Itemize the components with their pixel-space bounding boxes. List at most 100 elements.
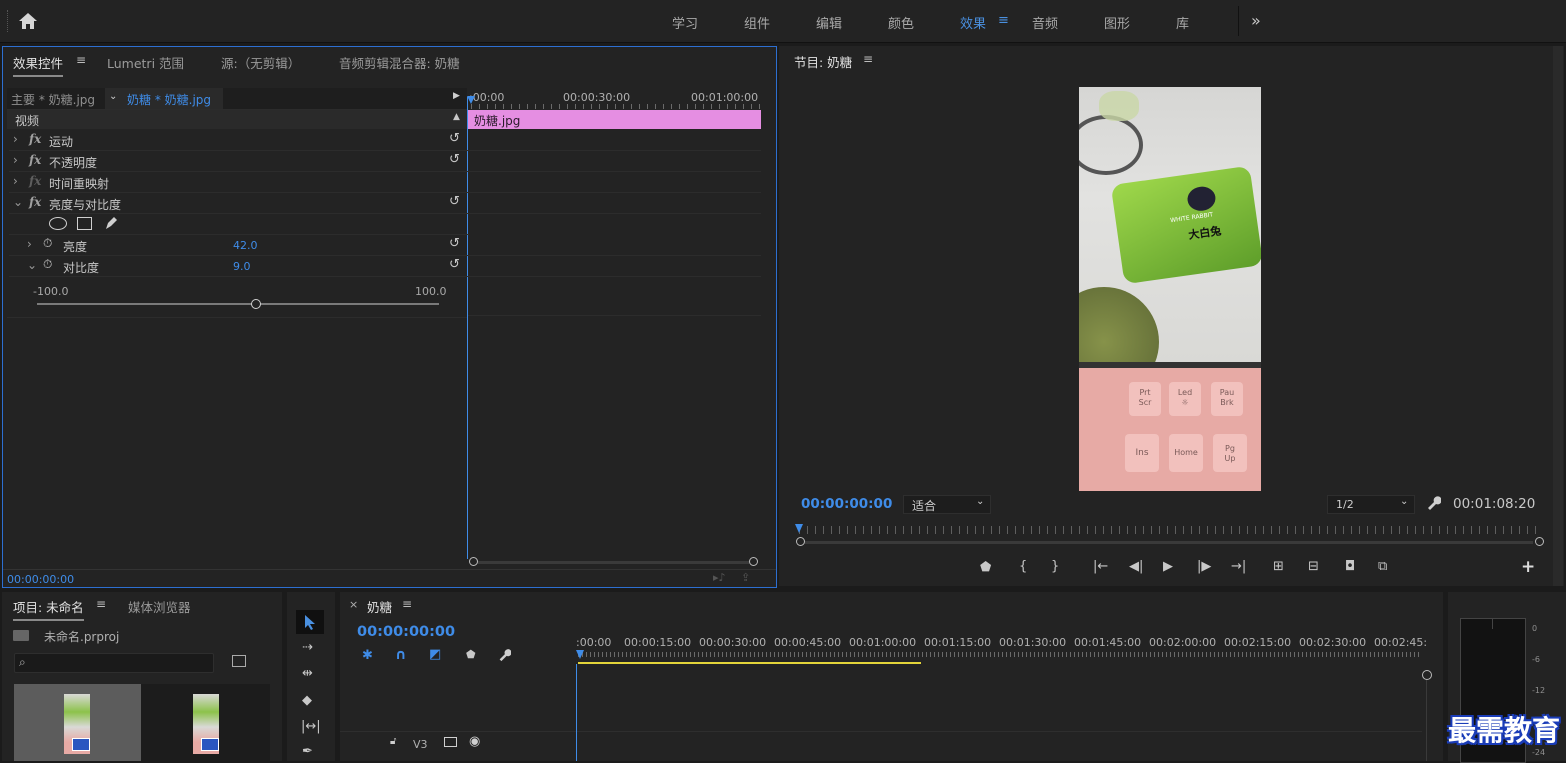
extract-icon[interactable]: ⊟ <box>1308 559 1319 574</box>
selection-tool-button[interactable] <box>296 610 324 634</box>
workspace-tab-learn[interactable]: 学习 <box>672 13 698 32</box>
wrench-icon[interactable] <box>497 648 511 662</box>
vertical-scroll-track[interactable] <box>1426 680 1427 761</box>
rectangle-mask-icon[interactable] <box>77 217 92 230</box>
param-row-contrast[interactable]: ⌄ ⏱ 对比度 9.0 ↺ <box>9 256 469 277</box>
effect-row-motion[interactable]: › fx 运动 ↺ <box>9 130 469 151</box>
contrast-slider-track[interactable] <box>37 303 439 305</box>
program-monitor-title[interactable]: 节目: 奶糖 <box>794 52 852 71</box>
param-row-brightness[interactable]: › ⏱ 亮度 42.0 ↺ <box>9 235 469 256</box>
eye-icon[interactable]: ◉ <box>469 734 480 749</box>
brightness-value[interactable]: 42.0 <box>233 239 258 252</box>
workspace-tab-audio[interactable]: 音频 <box>1032 13 1058 32</box>
program-timecode[interactable]: 00:00:00:00 <box>801 496 892 512</box>
video-section-header[interactable]: 视频 ▲ <box>7 110 467 129</box>
add-marker-icon[interactable]: ⬟ <box>466 648 476 661</box>
tab-project[interactable]: 项目: 未命名 <box>13 597 84 621</box>
stopwatch-icon[interactable]: ⏱ <box>43 257 52 272</box>
resolution-dropdown[interactable]: 1/2 ⌄ <box>1327 495 1415 514</box>
workspace-menu-icon[interactable]: ≡ <box>998 13 1009 28</box>
scrollbar-handle-right[interactable] <box>749 557 758 566</box>
ellipse-mask-icon[interactable] <box>49 217 67 230</box>
go-to-in-icon[interactable]: |← <box>1093 559 1108 574</box>
panel-scrollbar[interactable] <box>1553 46 1563 586</box>
workspace-tab-editing[interactable]: 编辑 <box>816 13 842 32</box>
ripple-edit-icon[interactable]: ⇹ <box>302 666 313 681</box>
expand-chevron-icon[interactable]: › <box>27 237 32 251</box>
play-clip-icon[interactable]: ▶ <box>453 91 460 101</box>
go-to-out-icon[interactable]: →| <box>1231 559 1246 574</box>
panel-menu-icon[interactable]: ≡ <box>76 53 86 67</box>
snap-magnet-icon[interactable]: ∩ <box>395 647 406 663</box>
reset-icon[interactable]: ↺ <box>449 236 460 251</box>
workspace-tab-libraries[interactable]: 库 <box>1176 13 1189 32</box>
zoom-fit-dropdown[interactable]: 适合 ⌄ <box>903 495 991 514</box>
workspace-tab-assembly[interactable]: 组件 <box>744 13 770 32</box>
tab-media-browser[interactable]: 媒体浏览器 <box>128 597 191 616</box>
reset-icon[interactable]: ↺ <box>449 257 460 272</box>
panel-menu-icon[interactable]: ≡ <box>96 597 106 611</box>
wrench-icon[interactable] <box>1425 495 1441 511</box>
zoom-handle-right[interactable] <box>1535 537 1544 546</box>
stopwatch-icon[interactable]: ⏱ <box>43 236 52 251</box>
add-marker-icon[interactable]: ⬟ <box>980 560 991 575</box>
sequence-tab[interactable]: 奶糖 <box>367 597 392 616</box>
fx-toggle-icon[interactable]: fx <box>29 153 41 167</box>
project-search-input[interactable]: ⌕ <box>14 653 214 673</box>
effect-timeline-ruler[interactable]: :00:00 00:00:30:00 00:01:00:00 <box>467 88 763 110</box>
filter-audio-icon[interactable]: ▸♪ <box>713 571 726 584</box>
fx-toggle-icon[interactable]: fx <box>29 132 41 146</box>
tab-audio-clip-mixer[interactable]: 音频剪辑混合器: 奶糖 <box>339 53 460 72</box>
project-item[interactable] <box>143 684 270 761</box>
razor-icon[interactable]: ◆ <box>302 693 312 708</box>
close-icon[interactable]: × <box>349 598 358 611</box>
comparison-view-icon[interactable]: ⧉ <box>1378 559 1387 574</box>
zoom-handle-left[interactable] <box>796 537 805 546</box>
video-frame[interactable]: 大白兔 WHITE RABBIT Prt Scr Led ☼ Pau Brk Ins … <box>1079 87 1261 491</box>
program-scrub-bar[interactable] <box>795 524 1544 546</box>
contrast-slider-thumb[interactable] <box>251 299 262 309</box>
fx-toggle-icon[interactable]: fx <box>29 195 41 209</box>
vertical-zoom-handle[interactable] <box>1422 670 1432 680</box>
effect-row-brightness-contrast[interactable]: ⌄ fx 亮度与对比度 ↺ <box>9 193 469 214</box>
effect-row-opacity[interactable]: › fx 不透明度 ↺ <box>9 151 469 172</box>
step-forward-icon[interactable]: |▶ <box>1197 559 1211 574</box>
panel-menu-icon[interactable]: ≡ <box>863 52 873 66</box>
playhead-marker[interactable] <box>467 96 475 104</box>
slip-icon[interactable]: |↔| <box>301 719 321 734</box>
timeline-timecode[interactable]: 00:00:00:00 <box>357 624 455 640</box>
nest-toggle-icon[interactable]: ✱ <box>362 648 373 663</box>
expand-chevron-icon[interactable]: › <box>13 132 18 146</box>
camera-icon[interactable]: ◘ <box>1345 559 1355 574</box>
effect-row-time-remap[interactable]: › fx 时间重映射 <box>9 172 469 193</box>
work-area-bar[interactable] <box>578 662 921 664</box>
workspace-tab-effects[interactable]: 效果 <box>960 13 986 32</box>
home-icon[interactable] <box>18 12 38 30</box>
effect-timeline-scrollbar[interactable] <box>469 557 759 567</box>
track-label[interactable]: V3 <box>413 738 428 751</box>
lock-icon[interactable]: 🔓︎ <box>390 736 396 747</box>
play-icon[interactable]: ▶ <box>1163 559 1173 574</box>
reset-icon[interactable]: ↺ <box>449 131 460 146</box>
reset-icon[interactable]: ↺ <box>449 194 460 209</box>
master-clip-label[interactable]: 主要 * 奶糖.jpg <box>11 91 95 108</box>
mark-in-icon[interactable]: { <box>1019 559 1027 574</box>
expand-chevron-icon[interactable]: › <box>13 174 18 188</box>
timeline-ruler[interactable]: :00:00 00:00:15:00 00:00:30:00 00:00:45:… <box>576 634 1427 668</box>
linked-selection-icon[interactable]: ◩ <box>429 647 441 662</box>
track-select-icon[interactable]: ⇢ <box>302 640 313 655</box>
pen-mask-icon[interactable] <box>103 215 119 231</box>
workspace-tab-color[interactable]: 颜色 <box>888 13 914 32</box>
collapse-up-icon[interactable]: ▲ <box>453 112 460 122</box>
button-editor-add-icon[interactable]: + <box>1521 557 1535 577</box>
tab-effect-controls[interactable]: 效果控件 <box>13 53 64 77</box>
sync-lock-icon[interactable] <box>444 737 457 747</box>
sequence-clip-dropdown[interactable]: ⌄ 奶糖 * 奶糖.jpg <box>105 88 223 109</box>
project-item-selected[interactable] <box>14 684 141 761</box>
step-back-icon[interactable]: ◀| <box>1129 559 1143 574</box>
mark-out-icon[interactable]: } <box>1051 559 1059 574</box>
reset-icon[interactable]: ↺ <box>449 152 460 167</box>
collapse-chevron-icon[interactable]: ⌄ <box>13 195 23 209</box>
more-workspaces-button[interactable]: » <box>1238 6 1281 36</box>
panel-menu-icon[interactable]: ≡ <box>402 597 412 611</box>
